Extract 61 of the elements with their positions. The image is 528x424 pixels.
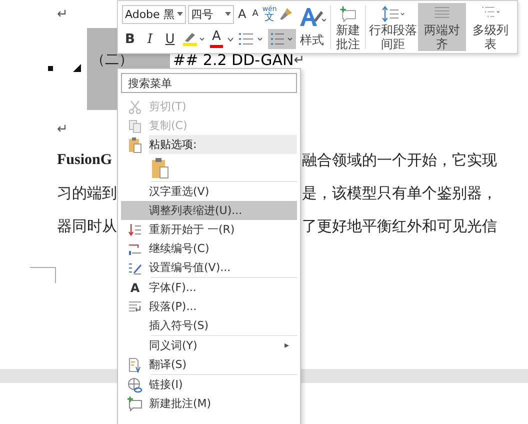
numbering-value-icon [128, 260, 142, 274]
toolbar-button[interactable]: 行和段落间距 [368, 3, 418, 51]
menu-item[interactable]: A 字体(F)... [121, 278, 297, 297]
numbered-list-button[interactable] [268, 29, 296, 49]
toolbar-button[interactable]: 两端对齐 [418, 3, 466, 51]
toolbar-button[interactable]: 多级列表 [466, 3, 515, 51]
restart-numbering-icon [128, 222, 142, 236]
shrink-font-button[interactable]: A [250, 10, 260, 18]
menu-item[interactable]: 汉字重选(V) [121, 182, 297, 201]
font-size-field[interactable]: 四号 [188, 4, 234, 24]
menu-item[interactable]: 插入符号(S) [121, 316, 297, 335]
clipboard-icon [128, 136, 142, 152]
search-field[interactable]: 搜索菜单 [121, 73, 297, 93]
dropdown-caret-icon[interactable] [226, 36, 234, 42]
copy-icon [128, 118, 142, 132]
paragraph-icon [128, 300, 142, 314]
new-comment-icon [127, 396, 143, 412]
paragraph-text: FusionG [57, 152, 114, 169]
dropdown-caret-icon [177, 12, 183, 16]
menu-item[interactable]: 设置编号值(V)... [121, 258, 297, 277]
italic-button[interactable]: I [142, 32, 158, 46]
heading-text: ## 2.2 DD-GAN [173, 53, 294, 68]
numbered-list-icon [270, 32, 294, 46]
bullet-icon [48, 66, 53, 71]
font-field[interactable]: Adobe 黑 [122, 4, 186, 24]
menu-item[interactable]: 调整列表缩进(U)... [121, 201, 297, 220]
font-icon: A [130, 280, 140, 294]
menu-item[interactable]: 重新开始于 一(R) [121, 220, 297, 239]
collapse-triangle-icon [73, 64, 81, 72]
scissors-icon [128, 100, 142, 114]
paragraph-mark: ↵ [294, 53, 305, 68]
highlighter-icon[interactable] [182, 31, 206, 47]
paste-options-label: 粘贴选项: [149, 135, 297, 154]
paragraph-text: 融合领域的一个开始，它实现 [302, 151, 498, 170]
menu-item[interactable]: 新建批注(M) [121, 394, 297, 413]
toolbar-button[interactable]: 样式 [296, 3, 328, 51]
paragraph-mark: ↵ [57, 6, 68, 22]
font-color-button[interactable]: A [210, 30, 223, 48]
paste-icon[interactable] [151, 156, 169, 178]
dropdown-caret-icon [225, 12, 231, 16]
menu-item[interactable]: 段落(P)... [121, 297, 297, 316]
paragraph-text: 是，该模型只有单个鉴别器， [302, 184, 498, 203]
paragraph-text: 习的端到 [57, 184, 118, 203]
justify-icon [432, 6, 452, 19]
continue-numbering-icon [128, 242, 142, 256]
format-painter-icon[interactable] [278, 7, 293, 21]
bold-button[interactable]: B [122, 32, 138, 46]
menu-item[interactable]: 继续编号(C) [121, 239, 297, 258]
translate-icon [128, 356, 142, 372]
menu-item[interactable]: 同义词(Y) ▸ [121, 336, 297, 355]
bullet-list-icon[interactable] [238, 31, 264, 47]
menu-item[interactable]: 翻译(S) [121, 355, 297, 374]
submenu-arrow: ▸ [284, 340, 289, 350]
toolbar-button[interactable]: 新建批注 [332, 3, 363, 51]
paragraph-text: 了更好地平衡红外和可见光信 [302, 218, 498, 236]
page-corner-mark [30, 267, 56, 283]
grow-font-button[interactable]: A [236, 8, 248, 20]
paragraph-text: 器同时从 [57, 218, 118, 236]
paragraph-mark: ↵ [57, 122, 68, 136]
menu-item[interactable]: 链接(I) [121, 375, 297, 394]
link-icon [127, 376, 143, 392]
